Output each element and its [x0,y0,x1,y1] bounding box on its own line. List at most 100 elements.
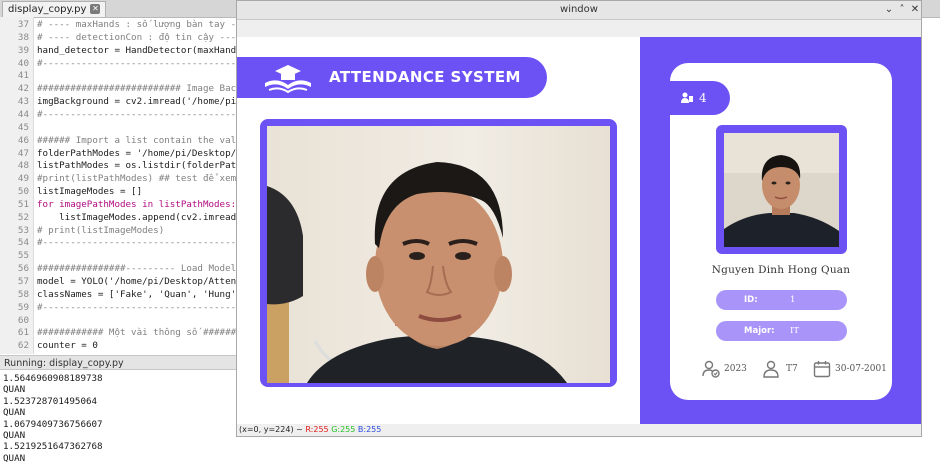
code-line[interactable]: hand_detector = HandDetector(maxHands= [37,45,247,56]
code-line[interactable]: # print(listImageModes) [37,225,164,236]
id-label: ID: [744,295,758,305]
output-line: 1.523728701495064 [3,395,98,407]
major-label: Major: [744,326,775,336]
attendance-person-icon [681,92,693,103]
code-line[interactable]: listImageModes = [] [37,186,142,197]
line-number: 39 [17,44,29,56]
line-number: 37 [17,19,29,30]
app-canvas: ATTENDANCE SYSTEM 4 Nguyen Dinh Hong Qua… [237,37,921,424]
line-number: 60 [17,314,29,326]
output-line: QUAN [3,452,26,464]
line-number: 55 [17,250,29,262]
code-line[interactable]: #------------------------------------ [37,237,242,248]
output-line: 1.5219251647362768 [3,441,103,453]
line-number: 50 [17,186,29,198]
line-number: 62 [17,340,29,352]
maximize-icon[interactable]: ˄ [896,4,908,16]
code-line[interactable]: imgBackground = cv2.imread('/home/pi/D [37,96,247,107]
output-line: QUAN [3,407,26,419]
status-coords: (x=0, y=224) ~ [239,425,306,434]
opencv-window: window ⌄ ˄ ✕ ATTENDANCE SYSTEM 4 Nguyen … [236,0,922,437]
code-line[interactable]: for imagePathModes in listPathModes: [37,199,236,210]
person-icon [763,360,779,378]
window-title: window [560,4,598,15]
status-red: R:255 [305,425,329,434]
output-line: 1.0679409736756607 [3,418,103,430]
line-number: 42 [17,83,29,95]
line-number: 40 [17,57,29,69]
code-line[interactable]: ###### Import a list contain the value [37,135,247,146]
line-number: 52 [17,211,29,223]
window-titlebar[interactable]: window ⌄ ˄ ✕ [237,1,921,20]
id-value: 1 [790,295,796,305]
graduation-book-icon [265,65,311,93]
year-value: 2023 [724,364,747,374]
code-line[interactable]: ############ Một vài thông số ####### [37,327,242,338]
editor-tab-label: display_copy.py [8,4,87,15]
line-number: 51 [17,198,29,210]
line-number: 41 [17,70,29,82]
tuition-value: T7 [786,364,798,374]
close-icon[interactable]: ✕ [909,4,921,16]
camera-frame [260,119,617,387]
student-name: Nguyen Dinh Hong Quan [711,264,851,276]
editor-tab[interactable]: display_copy.py ✕ [2,1,107,17]
line-number: 58 [17,288,29,300]
code-line[interactable]: classNames = ['Fake', 'Quan', 'Hung'] [37,289,242,300]
header-title: ATTENDANCE SYSTEM [329,68,521,86]
line-number: 43 [17,96,29,108]
code-line[interactable]: ################--------- Load Model t [37,263,247,274]
student-card: 4 Nguyen Dinh Hong Quan ID: 1 Major: IT … [670,63,892,400]
user-check-icon [702,360,720,378]
student-meta-row: 2023 T7 30-07-2001 [670,360,892,380]
line-number-gutter: 37 38 39 40 41 42 43 44 45 46 47 48 49 50 51 52 53 54 55 56… [0,17,34,354]
status-green: G:255 [331,425,356,434]
code-line[interactable]: folderPathModes = '/home/pi/Desktop/At [37,148,247,159]
line-number: 59 [17,301,29,313]
code-line[interactable]: # ---- maxHands : số lượng bàn tay --- [37,19,247,30]
code-line[interactable]: #------------------------------------ [37,58,242,69]
line-number: 46 [17,134,29,146]
code-line[interactable]: listPathModes = os.listdir(folderPathM [37,160,247,171]
code-line[interactable]: #------------------------------------ [37,109,242,120]
status-blue: B:255 [357,425,382,434]
line-number: 45 [17,121,29,133]
pixel-status-bar: (x=0, y=224) ~ R:255 G:255 B:255 [239,425,381,435]
code-line[interactable]: #print(listPathModes) ## test để xem [37,173,236,184]
webcam-feed [267,126,610,383]
code-line[interactable]: counter = 0 [37,340,98,351]
student-photo-frame [716,125,847,254]
calendar-icon [813,361,831,378]
code-line[interactable]: # ---- detectionCon : độ tin cậy ----- [37,32,247,43]
major-value: IT [790,326,800,336]
id-pill: ID: 1 [716,290,847,310]
shell-header: Running: display_copy.py [0,355,236,370]
line-number: 48 [17,160,29,172]
line-number: 56 [17,263,29,275]
minimize-icon[interactable]: ⌄ [883,4,895,16]
code-line[interactable]: model = YOLO('/home/pi/Desktop/Attenda [37,276,247,287]
output-line: QUAN [3,384,26,396]
output-line: QUAN [3,430,26,441]
line-number: 57 [17,276,29,287]
student-info-panel: 4 Nguyen Dinh Hong Quan ID: 1 Major: IT … [640,37,921,424]
line-number: 61 [17,327,29,339]
line-number: 54 [17,237,29,249]
attendance-count-badge: 4 [670,81,730,115]
line-number: 38 [17,31,29,43]
header-banner: ATTENDANCE SYSTEM [237,57,547,98]
line-number: 49 [17,173,29,185]
code-line[interactable]: listImageModes.append(cv2.imread(o [37,212,247,223]
tab-close-icon[interactable]: ✕ [90,4,101,14]
date-value: 30-07-2001 [835,364,887,374]
line-number: 44 [17,108,29,120]
code-line[interactable]: #------------------------------------ [37,302,242,313]
major-pill: Major: IT [716,321,847,341]
student-photo [724,133,839,247]
line-number: 53 [17,224,29,236]
code-line[interactable]: ########################## Image Backg [37,83,247,94]
running-label: Running: display_copy.py [4,358,124,369]
output-line: 1.5646960908189738 [3,373,103,384]
attendance-count: 4 [699,91,707,105]
line-number: 47 [17,147,29,159]
